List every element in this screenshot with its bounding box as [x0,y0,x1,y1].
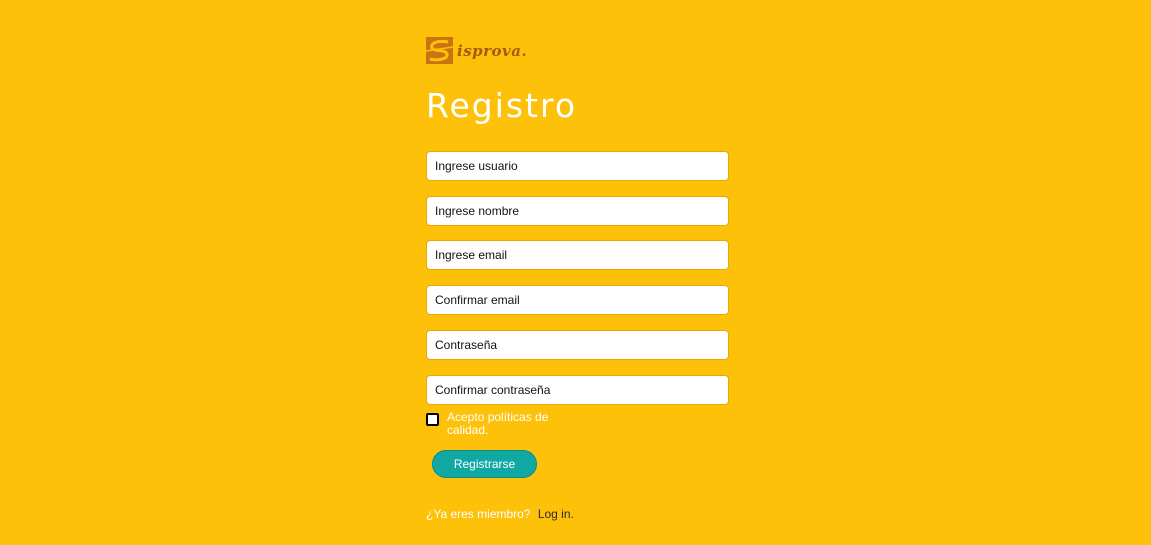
logo-mark-icon [426,37,453,64]
confirm-password-field[interactable] [426,375,729,405]
confirm-email-field[interactable] [426,285,729,315]
brand-logo: isprova. [426,37,527,64]
logo-text: isprova. [457,41,528,60]
name-field[interactable] [426,196,729,226]
terms-row: Acepto políticas de calidad. [426,411,557,437]
terms-checkbox[interactable] [426,413,439,426]
username-field[interactable] [426,151,729,181]
register-button[interactable]: Registrarse [432,450,537,478]
terms-label[interactable]: Acepto políticas de calidad. [447,411,557,437]
login-prompt: ¿Ya eres miembro? Log in. [426,507,574,521]
member-question: ¿Ya eres miembro? [426,507,531,521]
email-field[interactable] [426,240,729,270]
login-link[interactable]: Log in. [538,507,574,521]
page-title: Registro [426,86,578,125]
password-field[interactable] [426,330,729,360]
